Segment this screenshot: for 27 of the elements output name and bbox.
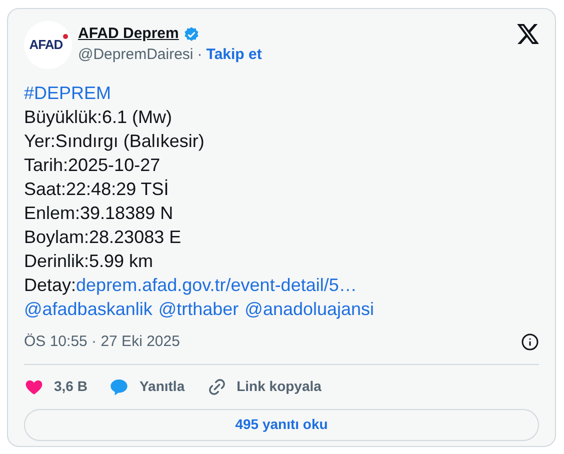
tweet-text-line: Detay:	[24, 274, 76, 297]
follow-link[interactable]: Takip et	[206, 45, 262, 65]
mention-link[interactable]: @anadoluajansi	[244, 297, 374, 321]
author-name[interactable]: AFAD Deprem	[78, 24, 179, 44]
action-button[interactable]: Link kopyala	[206, 376, 322, 397]
timestamp[interactable]: ÖS 10:55 · 27 Eki 2025	[24, 331, 180, 354]
read-replies-button[interactable]: 495 yanıtı oku	[24, 408, 539, 440]
avatar[interactable]: AFAD	[24, 21, 72, 69]
url-link[interactable]: deprem.afad.gov.tr/event-detail/5…	[76, 273, 357, 297]
tweet-text-line: Derinlik:5.99 km	[24, 250, 154, 273]
action-button[interactable]: 3,6 B	[24, 376, 88, 397]
tweet-text-line: Boylam:28.23083 E	[24, 226, 182, 249]
mention-link[interactable]: @afadbaskanlik	[24, 297, 152, 321]
x-logo-icon[interactable]	[517, 24, 539, 44]
mention-link[interactable]: @trthaber	[158, 297, 239, 321]
tweet-text-line: Yer:Sındırgı (Balıkesir)	[24, 130, 204, 153]
tweet-text-line: Enlem:39.18389 N	[24, 202, 174, 225]
speech-bubble-icon	[109, 376, 130, 396]
info-icon[interactable]	[521, 333, 539, 352]
tweet-text-line: Saat:22:48:29 TSİ	[24, 178, 169, 201]
hashtag-link[interactable]: #DEPREM	[24, 81, 112, 105]
tweet-text-line: Tarih:2025-10-27	[24, 154, 160, 177]
tweet-text-line: Büyüklük:6.1 (Mw)	[24, 106, 172, 129]
logo-text: AFAD	[29, 36, 63, 54]
separator-text: ·	[197, 45, 202, 65]
author-handle: @DepremDairesi	[78, 45, 194, 65]
action-button[interactable]: Yanıtla	[109, 376, 185, 397]
